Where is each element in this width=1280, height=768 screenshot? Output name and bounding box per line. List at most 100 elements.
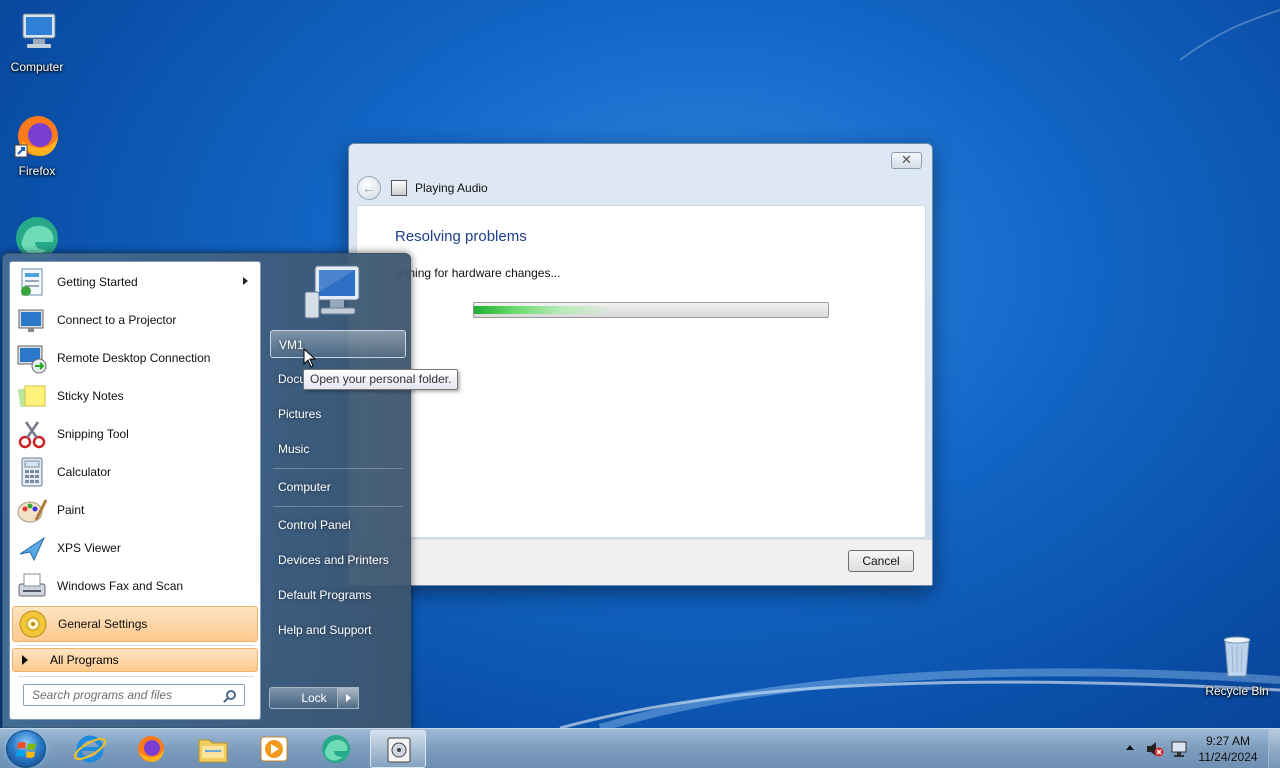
status-text: anning for hardware changes... bbox=[395, 266, 561, 280]
file-explorer-icon bbox=[198, 739, 228, 763]
all-programs-button[interactable]: All Programs bbox=[12, 648, 258, 672]
taskbar-troubleshooter[interactable] bbox=[370, 730, 426, 768]
search-icon[interactable] bbox=[226, 690, 236, 700]
link-control-panel[interactable]: Control Panel bbox=[270, 511, 406, 539]
program-remote-desktop[interactable]: Remote Desktop Connection bbox=[12, 340, 258, 376]
desktop-icon-firefox[interactable]: Firefox bbox=[0, 112, 74, 178]
places-separator bbox=[273, 468, 403, 469]
page-heading: Resolving problems bbox=[395, 228, 527, 245]
places-separator bbox=[273, 506, 403, 507]
shutdown-options-button[interactable] bbox=[337, 687, 359, 709]
taskbar-firefox[interactable] bbox=[123, 730, 179, 768]
search-separator bbox=[18, 676, 254, 677]
progress-fill bbox=[474, 306, 828, 314]
start-menu-programs-pane: Getting Started Connect to a Projector R… bbox=[9, 261, 261, 720]
xps-viewer-icon bbox=[16, 532, 48, 564]
user-picture[interactable] bbox=[303, 262, 367, 322]
remote-desktop-icon bbox=[16, 342, 48, 374]
system-clock[interactable]: 9:27 AM 11/24/2024 bbox=[1192, 733, 1264, 765]
program-calculator[interactable]: Calculator bbox=[12, 454, 258, 490]
window-title: Playing Audio bbox=[415, 181, 488, 195]
back-button[interactable]: ← bbox=[357, 176, 381, 200]
getting-started-icon bbox=[16, 266, 48, 298]
link-user-folder[interactable]: VM1 bbox=[270, 330, 406, 358]
recycle-bin-icon bbox=[1213, 632, 1261, 680]
network-icon[interactable] bbox=[1170, 740, 1190, 758]
troubleshooter-icon bbox=[391, 180, 407, 196]
clock-date: 11/24/2024 bbox=[1198, 750, 1258, 764]
program-sticky-notes[interactable]: Sticky Notes bbox=[12, 378, 258, 414]
program-label: XPS Viewer bbox=[57, 541, 121, 555]
all-programs-label: All Programs bbox=[50, 653, 119, 667]
progress-bar bbox=[473, 302, 829, 318]
edge-icon bbox=[322, 735, 350, 763]
program-label: Calculator bbox=[57, 465, 112, 479]
paint-icon bbox=[16, 494, 48, 526]
general-settings-icon bbox=[17, 608, 49, 640]
mouse-cursor-icon bbox=[303, 348, 317, 368]
calculator-icon bbox=[16, 456, 48, 488]
program-label: Connect to a Projector bbox=[57, 313, 177, 327]
program-label: Paint bbox=[57, 503, 85, 517]
programs-separator bbox=[18, 645, 254, 646]
program-label: Snipping Tool bbox=[57, 427, 129, 441]
taskbar-internet-explorer[interactable] bbox=[62, 730, 118, 768]
desktop-icon-label: Recycle Bin bbox=[1205, 684, 1269, 698]
show-hidden-icons-icon[interactable] bbox=[1124, 742, 1136, 754]
program-label: Getting Started bbox=[57, 275, 138, 289]
taskbar-file-explorer[interactable] bbox=[185, 730, 241, 768]
close-icon: ✕ bbox=[901, 152, 912, 167]
program-xps-viewer[interactable]: XPS Viewer bbox=[12, 530, 258, 566]
submenu-arrow-icon[interactable] bbox=[243, 277, 248, 285]
taskbar: 9:27 AM 11/24/2024 bbox=[0, 728, 1280, 768]
program-general-settings[interactable]: General Settings bbox=[12, 606, 258, 642]
firefox-icon bbox=[138, 736, 164, 762]
link-computer[interactable]: Computer bbox=[270, 473, 406, 501]
internet-explorer-icon bbox=[73, 735, 107, 763]
program-label: Sticky Notes bbox=[57, 389, 124, 403]
search-box[interactable] bbox=[23, 684, 245, 706]
program-getting-started[interactable]: Getting Started bbox=[12, 264, 258, 300]
link-help-support[interactable]: Help and Support bbox=[270, 616, 406, 644]
program-paint[interactable]: Paint bbox=[12, 492, 258, 528]
link-devices-printers[interactable]: Devices and Printers bbox=[270, 546, 406, 574]
link-default-programs[interactable]: Default Programs bbox=[270, 581, 406, 609]
fax-scan-icon bbox=[16, 570, 48, 602]
sticky-notes-icon bbox=[16, 380, 48, 412]
link-music[interactable]: Music bbox=[270, 435, 406, 463]
snipping-tool-icon bbox=[16, 418, 48, 450]
window-close-button[interactable]: ✕ bbox=[891, 152, 922, 169]
tooltip: Open your personal folder. bbox=[303, 369, 459, 390]
link-pictures[interactable]: Pictures bbox=[270, 400, 406, 428]
back-arrow-icon: ← bbox=[362, 180, 376, 196]
window-header: ← Playing Audio bbox=[357, 176, 488, 200]
program-snipping-tool[interactable]: Snipping Tool bbox=[12, 416, 258, 452]
taskbar-media-player[interactable] bbox=[246, 730, 302, 768]
program-connect-projector[interactable]: Connect to a Projector bbox=[12, 302, 258, 338]
program-label: Windows Fax and Scan bbox=[57, 579, 184, 593]
taskbar-edge[interactable] bbox=[308, 730, 364, 768]
program-fax-scan[interactable]: Windows Fax and Scan bbox=[12, 568, 258, 604]
computer-icon bbox=[13, 8, 61, 56]
program-label: General Settings bbox=[58, 617, 148, 631]
start-button[interactable] bbox=[6, 730, 46, 768]
start-menu-places-pane: VM1 Docu Pictures Music Computer Control… bbox=[265, 254, 411, 728]
expand-arrow-icon bbox=[22, 655, 28, 665]
show-desktop-button[interactable] bbox=[1268, 729, 1280, 768]
firefox-icon bbox=[13, 112, 61, 160]
desktop-icon-computer[interactable]: Computer bbox=[0, 8, 74, 74]
windows-logo-icon bbox=[16, 742, 36, 758]
desktop-icon-label: Firefox bbox=[18, 164, 56, 178]
projector-icon bbox=[16, 304, 48, 336]
cancel-button[interactable]: Cancel bbox=[848, 550, 914, 572]
troubleshooter-icon bbox=[387, 737, 411, 763]
media-player-icon bbox=[260, 736, 288, 762]
search-input[interactable] bbox=[24, 685, 214, 705]
desktop-icon-recycle-bin[interactable]: Recycle Bin bbox=[1200, 632, 1274, 698]
desktop-icon-label: Computer bbox=[10, 60, 64, 74]
window-footer: Cancel bbox=[349, 539, 932, 585]
volume-muted-icon[interactable] bbox=[1145, 740, 1165, 758]
clock-time: 9:27 AM bbox=[1205, 734, 1251, 748]
troubleshooter-window: ✕ ← Playing Audio Resolving problems ann… bbox=[348, 143, 933, 586]
program-label: Remote Desktop Connection bbox=[57, 351, 211, 365]
